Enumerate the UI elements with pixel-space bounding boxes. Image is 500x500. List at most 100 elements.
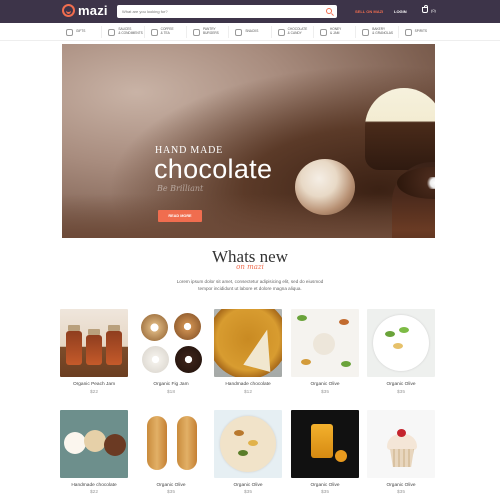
loaf-shape — [177, 416, 197, 470]
coffee-icon — [150, 28, 158, 36]
product-price: $35 — [243, 490, 252, 495]
donut-shape — [142, 346, 169, 373]
category-coffee[interactable]: COFFEE & TEA — [145, 26, 187, 38]
cupcake-shape — [387, 429, 417, 468]
product-name[interactable]: Organic Olive — [357, 382, 445, 387]
donut-shape — [175, 346, 202, 373]
product-image[interactable] — [214, 410, 282, 478]
product-image[interactable] — [60, 309, 128, 377]
fruit-shape — [335, 450, 347, 462]
search-icon[interactable] — [326, 8, 332, 14]
sell-on-mazi-link[interactable]: SELL ON MAZI — [355, 9, 383, 14]
logo[interactable]: mazi — [62, 3, 108, 18]
cupcake-base — [390, 449, 414, 467]
spice-shape — [301, 359, 311, 365]
hero-banner: HAND MADE chocolate Be Brilliant READ MO… — [62, 44, 435, 238]
divider — [0, 40, 500, 41]
product-card[interactable]: Organic Olive $35 — [291, 410, 359, 495]
spice-shape — [339, 319, 349, 325]
product-image[interactable] — [291, 410, 359, 478]
shopping-bag-icon — [422, 5, 428, 13]
product-name[interactable]: Organic Olive — [281, 382, 369, 387]
search-bar — [117, 5, 337, 18]
loaf-shape — [147, 416, 167, 470]
product-price: $12 — [243, 390, 252, 395]
category-sauces[interactable]: SAUCES & CONDIMENTS — [102, 26, 145, 38]
leaf-shape — [385, 331, 395, 337]
product-image[interactable] — [214, 309, 282, 377]
product-name[interactable]: Organic Olive — [127, 483, 215, 488]
search-input[interactable] — [117, 6, 317, 17]
category-label: HONEY & JAM — [329, 27, 342, 35]
product-name[interactable]: Handmade chocolate — [50, 483, 138, 488]
product-price: $35 — [396, 490, 405, 495]
category-spirits[interactable]: SPIRITS — [399, 26, 440, 38]
egg-shape — [393, 343, 403, 349]
cart-button[interactable]: (0) — [422, 5, 436, 13]
hero-script-text: Be Brilliant — [157, 184, 204, 193]
gift-icon — [66, 28, 73, 36]
cherry-shape — [397, 429, 406, 437]
cocoa-texture — [62, 194, 435, 238]
chocolate-dessert-image — [365, 88, 435, 170]
product-card[interactable]: Handmade chocolate $12 — [214, 309, 282, 395]
product-image[interactable] — [367, 410, 435, 478]
category-label: SNACKS — [245, 29, 259, 34]
product-name[interactable]: Organic Olive — [204, 483, 292, 488]
product-price: $22 — [89, 490, 98, 495]
section-subtitle: on mazi — [236, 263, 264, 271]
product-price: $35 — [166, 490, 175, 495]
product-name[interactable]: Organic Fig Jam — [127, 382, 215, 387]
category-chocolate[interactable]: CHOCOLATE & CANDY — [272, 26, 314, 38]
product-card[interactable]: Organic Olive $35 — [214, 410, 282, 495]
donut-shape — [174, 313, 201, 340]
leaf-shape — [341, 361, 351, 367]
category-label: COFFEE & TEA — [160, 27, 174, 35]
category-label: PANTRY BURGERS — [202, 27, 219, 35]
login-link[interactable]: LOGIN — [394, 9, 407, 14]
read-more-button[interactable]: READ MORE — [158, 210, 202, 222]
product-price: $35 — [396, 390, 405, 395]
leaf-shape — [399, 327, 409, 333]
category-label: SAUCES & CONDIMENTS — [118, 27, 143, 35]
category-label: SPIRITS — [414, 29, 428, 34]
product-card[interactable]: Organic Fig Jam $18 — [137, 309, 205, 395]
product-image[interactable] — [137, 309, 205, 377]
category-gifts[interactable]: GIFTS — [60, 26, 103, 38]
product-card[interactable]: Handmade chocolate $22 — [60, 410, 128, 495]
product-image[interactable] — [60, 410, 128, 478]
product-image[interactable] — [291, 309, 359, 377]
donut-shape — [141, 314, 168, 341]
product-card[interactable]: Organic Olive $35 — [137, 410, 205, 495]
product-image[interactable] — [137, 410, 205, 478]
product-name[interactable]: Organic Olive — [357, 483, 445, 488]
product-name[interactable]: Handmade chocolate — [204, 382, 292, 387]
category-bakery[interactable]: BAKERY & GRANOLAS — [356, 26, 399, 38]
category-honey[interactable]: HONEY & JAM — [314, 26, 357, 38]
bowl-shape — [64, 432, 86, 454]
bowl-shape — [84, 430, 106, 452]
nut-topping — [425, 177, 435, 189]
top-navigation-bar: mazi SELL ON MAZI LOGIN (0) — [0, 0, 500, 23]
product-image[interactable] — [367, 309, 435, 377]
bowl-shape — [104, 434, 126, 456]
sauce-icon — [108, 28, 116, 36]
honey-icon — [319, 28, 327, 36]
product-card[interactable]: Organic Peach Jam $22 — [60, 309, 128, 395]
bowl-shape — [313, 333, 335, 355]
logo-icon — [62, 4, 75, 17]
category-pantry[interactable]: PANTRY BURGERS — [187, 26, 230, 38]
product-card[interactable]: Organic Olive $35 — [291, 309, 359, 395]
product-name[interactable]: Organic Peach Jam — [50, 382, 138, 387]
section-description: Lorem ipsum dolor sit amet, consectetur … — [176, 279, 324, 291]
category-snacks[interactable]: SNACKS — [229, 26, 272, 38]
category-label: CHOCOLATE & CANDY — [287, 27, 308, 35]
leaf-shape — [297, 315, 307, 321]
category-bar: GIFTS SAUCES & CONDIMENTS COFFEE & TEA P… — [60, 24, 440, 40]
cake-top — [397, 167, 435, 199]
product-card[interactable]: Organic Olive $35 — [367, 410, 435, 495]
product-price: $35 — [320, 390, 329, 395]
product-price: $22 — [89, 390, 98, 395]
product-card[interactable]: Organic Olive $35 — [367, 309, 435, 395]
product-name[interactable]: Organic Olive — [281, 483, 369, 488]
